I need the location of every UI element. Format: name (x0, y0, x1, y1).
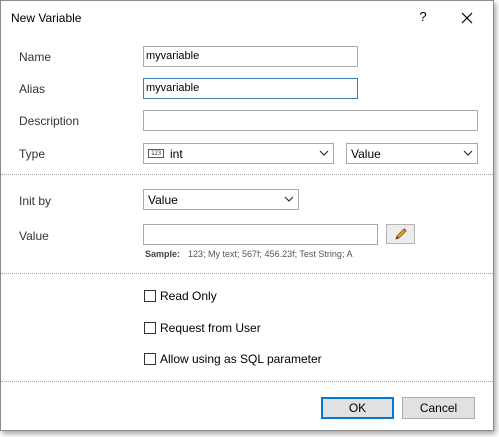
dialog-title: New Variable (11, 11, 82, 25)
section-divider (1, 174, 493, 175)
allow-sql-parameter-label[interactable]: Allow using as SQL parameter (160, 352, 322, 366)
section-divider (1, 381, 493, 382)
edit-value-button[interactable] (386, 224, 415, 244)
name-label: Name (19, 50, 52, 64)
init-by-select-value: Value (148, 193, 178, 207)
close-icon (461, 12, 473, 24)
allow-sql-parameter-checkbox[interactable] (144, 353, 156, 365)
cancel-button[interactable]: Cancel (402, 397, 475, 419)
ok-button[interactable]: OK (321, 397, 394, 419)
value-label: Value (19, 229, 49, 243)
init-by-select[interactable]: Value (143, 189, 299, 210)
description-label: Description (19, 114, 80, 128)
close-button[interactable] (458, 9, 476, 27)
title-bar: New Variable ? (1, 1, 493, 35)
type-select[interactable]: 123 int (143, 143, 334, 164)
description-input[interactable] (143, 110, 478, 131)
number-type-icon: 123 (148, 149, 164, 158)
section-divider (1, 273, 493, 274)
sample-label: Sample: (145, 249, 181, 259)
request-from-user-label[interactable]: Request from User (160, 321, 261, 335)
kind-select-value: Value (351, 147, 381, 161)
sample-hint: Sample: 123; My text; 567f; 456.23f; Test… (145, 249, 352, 259)
request-from-user-checkbox[interactable] (144, 322, 156, 334)
chevron-down-icon (463, 150, 473, 156)
pencil-icon (395, 228, 407, 240)
kind-select[interactable]: Value (346, 143, 478, 164)
alias-input[interactable]: myvariable (143, 78, 358, 99)
type-label: Type (19, 147, 46, 161)
help-button[interactable]: ? (415, 9, 431, 27)
name-input[interactable]: myvariable (143, 46, 358, 67)
alias-label: Alias (19, 82, 46, 96)
sample-text: 123; My text; 567f; 456.23f; Test String… (188, 249, 353, 259)
new-variable-dialog: New Variable ? Name myvariable Alias myv… (0, 0, 494, 431)
type-select-value: int (170, 147, 183, 161)
value-input[interactable] (143, 224, 378, 245)
read-only-checkbox[interactable] (144, 290, 156, 302)
init-by-label: Init by (19, 194, 52, 208)
chevron-down-icon (284, 196, 294, 202)
read-only-label[interactable]: Read Only (160, 289, 217, 303)
chevron-down-icon (319, 150, 329, 156)
